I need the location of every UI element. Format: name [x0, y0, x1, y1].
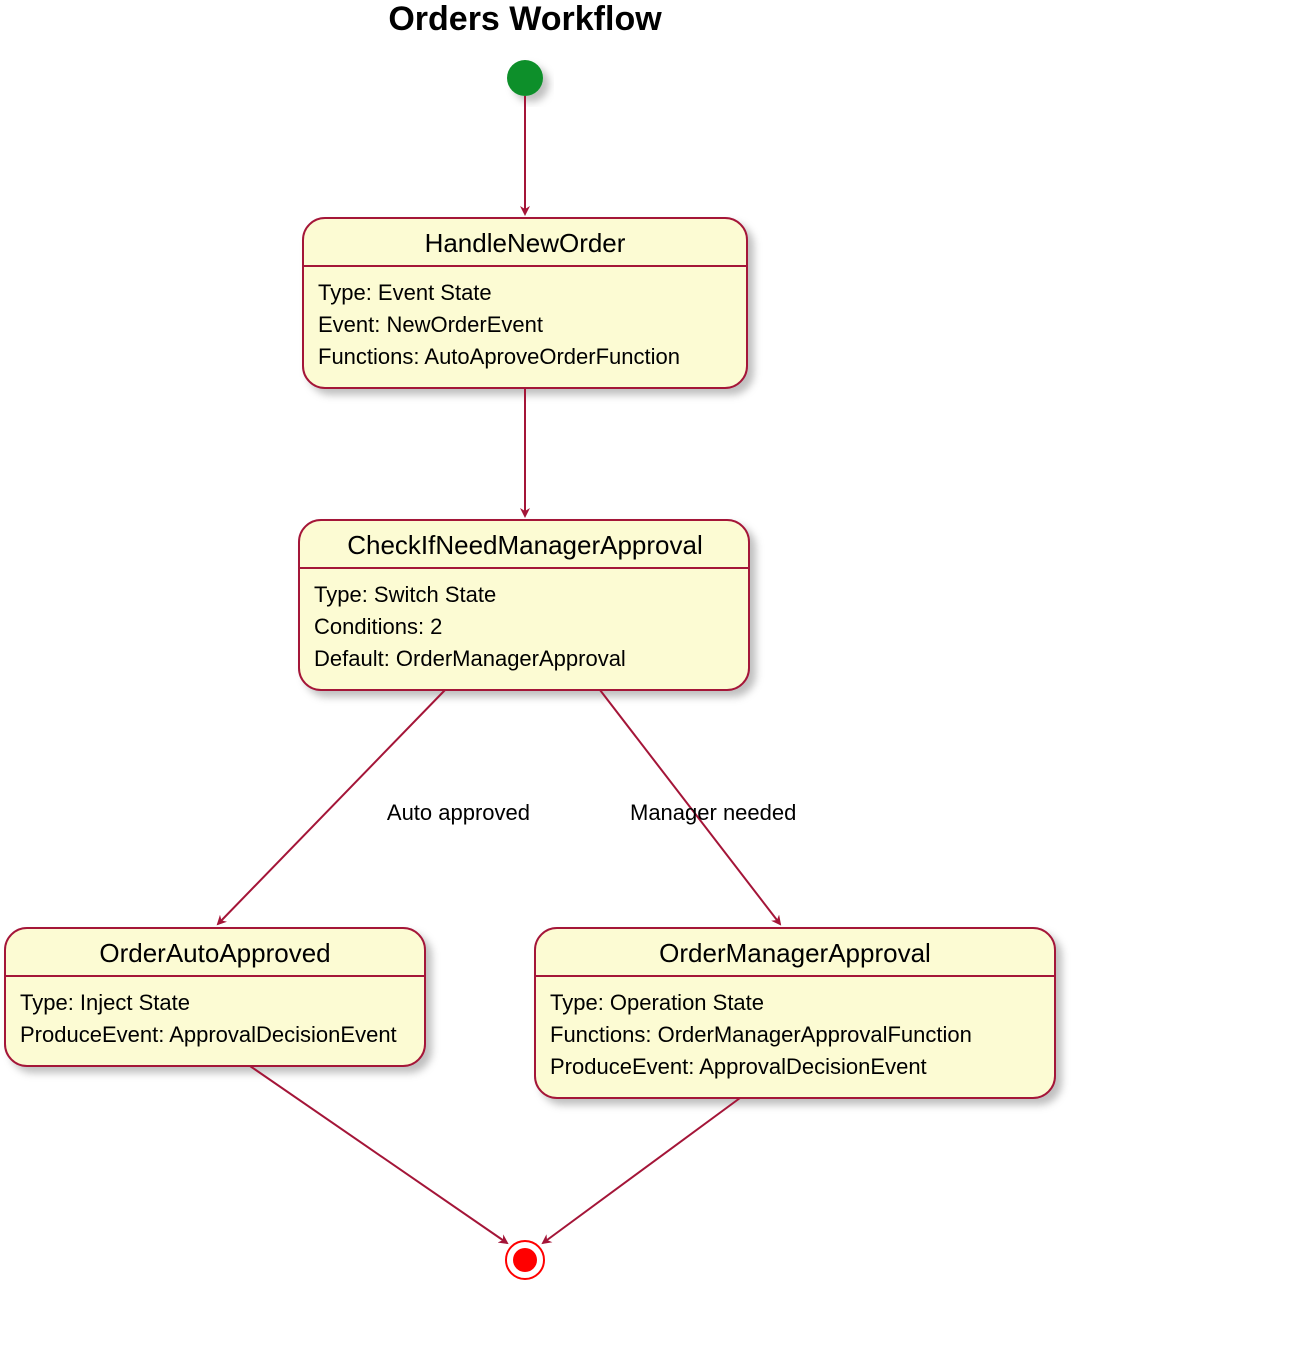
state-line: Functions: OrderManagerApprovalFunction	[550, 1022, 972, 1047]
diagram-canvas: Orders Workflow HandleNewOrder Type: Eve…	[0, 0, 1314, 1362]
state-line: Type: Switch State	[314, 582, 496, 607]
state-line: Functions: AutoAproveOrderFunction	[318, 344, 680, 369]
state-line: Type: Inject State	[20, 990, 190, 1015]
state-line: Type: Event State	[318, 280, 492, 305]
state-manager-approval: OrderManagerApproval Type: Operation Sta…	[535, 928, 1055, 1098]
state-line: ProduceEvent: ApprovalDecisionEvent	[550, 1054, 927, 1079]
state-line: Event: NewOrderEvent	[318, 312, 543, 337]
state-line: Type: Operation State	[550, 990, 764, 1015]
state-title-handle: HandleNewOrder	[425, 228, 626, 258]
end-node	[506, 1241, 544, 1279]
state-line: Conditions: 2	[314, 614, 442, 639]
edge-label-manager: Manager needed	[630, 800, 796, 825]
state-title-manager: OrderManagerApproval	[659, 938, 931, 968]
state-line: Default: OrderManagerApproval	[314, 646, 626, 671]
start-node	[507, 60, 543, 96]
edge-label-auto: Auto approved	[387, 800, 530, 825]
state-check-approval: CheckIfNeedManagerApproval Type: Switch …	[299, 520, 749, 690]
edge-auto-to-end	[250, 1066, 507, 1243]
state-line: ProduceEvent: ApprovalDecisionEvent	[20, 1022, 397, 1047]
state-title-check: CheckIfNeedManagerApproval	[347, 530, 703, 560]
state-handle-new-order: HandleNewOrder Type: Event State Event: …	[303, 218, 747, 388]
state-auto-approved: OrderAutoApproved Type: Inject State Pro…	[5, 928, 425, 1066]
state-title-auto: OrderAutoApproved	[99, 938, 330, 968]
diagram-title: Orders Workflow	[388, 0, 662, 38]
edge-manager-to-end	[543, 1098, 740, 1243]
